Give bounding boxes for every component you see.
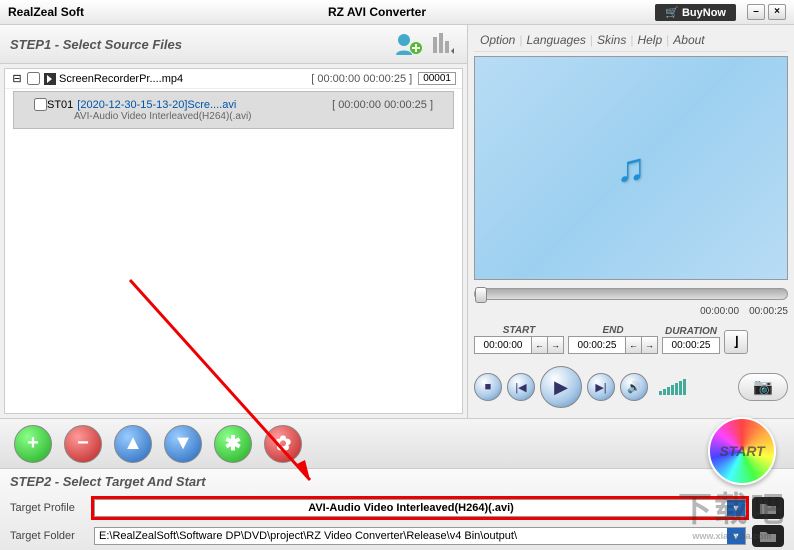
remove-button[interactable]: − (64, 425, 102, 463)
menu-about[interactable]: About (673, 33, 704, 47)
snapshot-button[interactable]: 📷 (738, 373, 788, 401)
volume-meter[interactable] (659, 379, 686, 395)
folder-dropdown-icon[interactable]: ▼ (727, 528, 745, 544)
prev-button[interactable]: |◀ (507, 373, 535, 401)
menu-help[interactable]: Help (637, 33, 662, 47)
folder-label: Target Folder (10, 530, 94, 542)
start-input[interactable] (475, 337, 531, 353)
left-panel: STEP1 - Select Source Files ⊟ ScreenReco… (0, 25, 468, 418)
action-bar: + − ▲ ▼ ✱ ✿ START (0, 418, 794, 468)
duration-label: DURATION (662, 326, 720, 337)
mark-button[interactable]: ⌋ (724, 330, 748, 354)
folder-browse-button[interactable] (752, 525, 784, 547)
start-left[interactable]: ← (531, 337, 547, 353)
end-input[interactable] (569, 337, 625, 353)
start-label: START (474, 325, 564, 336)
menu-skins[interactable]: Skins (597, 33, 626, 47)
profile-value: AVI-Audio Video Interleaved(H264)(.avi) (95, 500, 727, 516)
sub-time: [ 00:00:00 00:00:25 ] (332, 99, 433, 111)
menu-option[interactable]: Option (480, 33, 515, 47)
end-left[interactable]: ← (625, 337, 641, 353)
up-button[interactable]: ▲ (114, 425, 152, 463)
add-button[interactable]: + (14, 425, 52, 463)
right-panel: Option| Languages| Skins| Help| About ♫ … (468, 25, 794, 418)
profile-combo[interactable]: AVI-Audio Video Interleaved(H264)(.avi) … (94, 499, 746, 517)
file-checkbox[interactable] (27, 72, 40, 85)
seek-slider[interactable] (474, 288, 788, 300)
end-right[interactable]: → (641, 337, 657, 353)
profile-browse-button[interactable] (752, 497, 784, 519)
titlebar: RealZeal Soft RZ AVI Converter 🛒 BuyNow … (0, 0, 794, 25)
buynow-button[interactable]: 🛒 BuyNow (655, 4, 736, 21)
menubar: Option| Languages| Skins| Help| About (474, 29, 788, 52)
step2-panel: STEP2 - Select Target And Start Target P… (0, 468, 794, 550)
minimize-button[interactable]: – (747, 4, 765, 20)
time-current: 00:00:00 (700, 306, 739, 317)
duration-input[interactable] (663, 338, 719, 353)
step2-label: STEP2 - Select Target And Start (0, 469, 794, 494)
profile-label: Target Profile (10, 502, 94, 514)
sub-index: ST01 (47, 99, 73, 111)
menu-languages[interactable]: Languages (526, 33, 585, 47)
file-time: [ 00:00:00 00:00:25 ] (311, 73, 412, 85)
file-row[interactable]: ⊟ ScreenRecorderPr....mp4 [ 00:00:00 00:… (5, 69, 462, 89)
close-button[interactable]: × (768, 4, 786, 20)
end-label: END (568, 325, 658, 336)
seek-handle[interactable] (475, 287, 487, 303)
step1-header: STEP1 - Select Source Files (0, 25, 467, 64)
app-title: RZ AVI Converter (328, 5, 655, 19)
preview-area: ♫ (474, 56, 788, 280)
edit-button[interactable]: ✿ (264, 425, 302, 463)
time-duration: 00:00:25 (749, 306, 788, 317)
sub-checkbox[interactable] (34, 98, 47, 111)
add-user-icon[interactable] (393, 31, 423, 57)
play-icon (44, 73, 56, 85)
folder-combo[interactable]: E:\RealZealSoft\Software DP\DVD\project\… (94, 527, 746, 545)
profile-dropdown-icon[interactable]: ▼ (727, 500, 745, 516)
music-note-icon: ♫ (616, 146, 646, 191)
sub-filename: [2020-12-30-15-13-20]Scre....avi (77, 99, 332, 111)
file-number: 00001 (418, 72, 456, 85)
sub-format: AVI-Audio Video Interleaved(H264)(.avi) (34, 111, 433, 122)
step1-label: STEP1 - Select Source Files (10, 37, 389, 52)
bars-icon[interactable] (427, 31, 457, 57)
file-name: ScreenRecorderPr....mp4 (59, 73, 311, 85)
volume-button[interactable]: 🔊 (620, 373, 648, 401)
start-right[interactable]: → (547, 337, 563, 353)
start-button[interactable]: START (708, 417, 776, 485)
play-button[interactable]: ▶ (540, 366, 582, 408)
file-list: ⊟ ScreenRecorderPr....mp4 [ 00:00:00 00:… (4, 68, 463, 414)
folder-value: E:\RealZealSoft\Software DP\DVD\project\… (95, 528, 727, 544)
file-subrow[interactable]: ST01 [2020-12-30-15-13-20]Scre....avi [ … (13, 91, 454, 129)
settings-button[interactable]: ✱ (214, 425, 252, 463)
down-button[interactable]: ▼ (164, 425, 202, 463)
next-button[interactable]: ▶| (587, 373, 615, 401)
stop-button[interactable]: ■ (474, 373, 502, 401)
brand-label: RealZeal Soft (8, 5, 328, 19)
collapse-icon[interactable]: ⊟ (11, 72, 23, 85)
